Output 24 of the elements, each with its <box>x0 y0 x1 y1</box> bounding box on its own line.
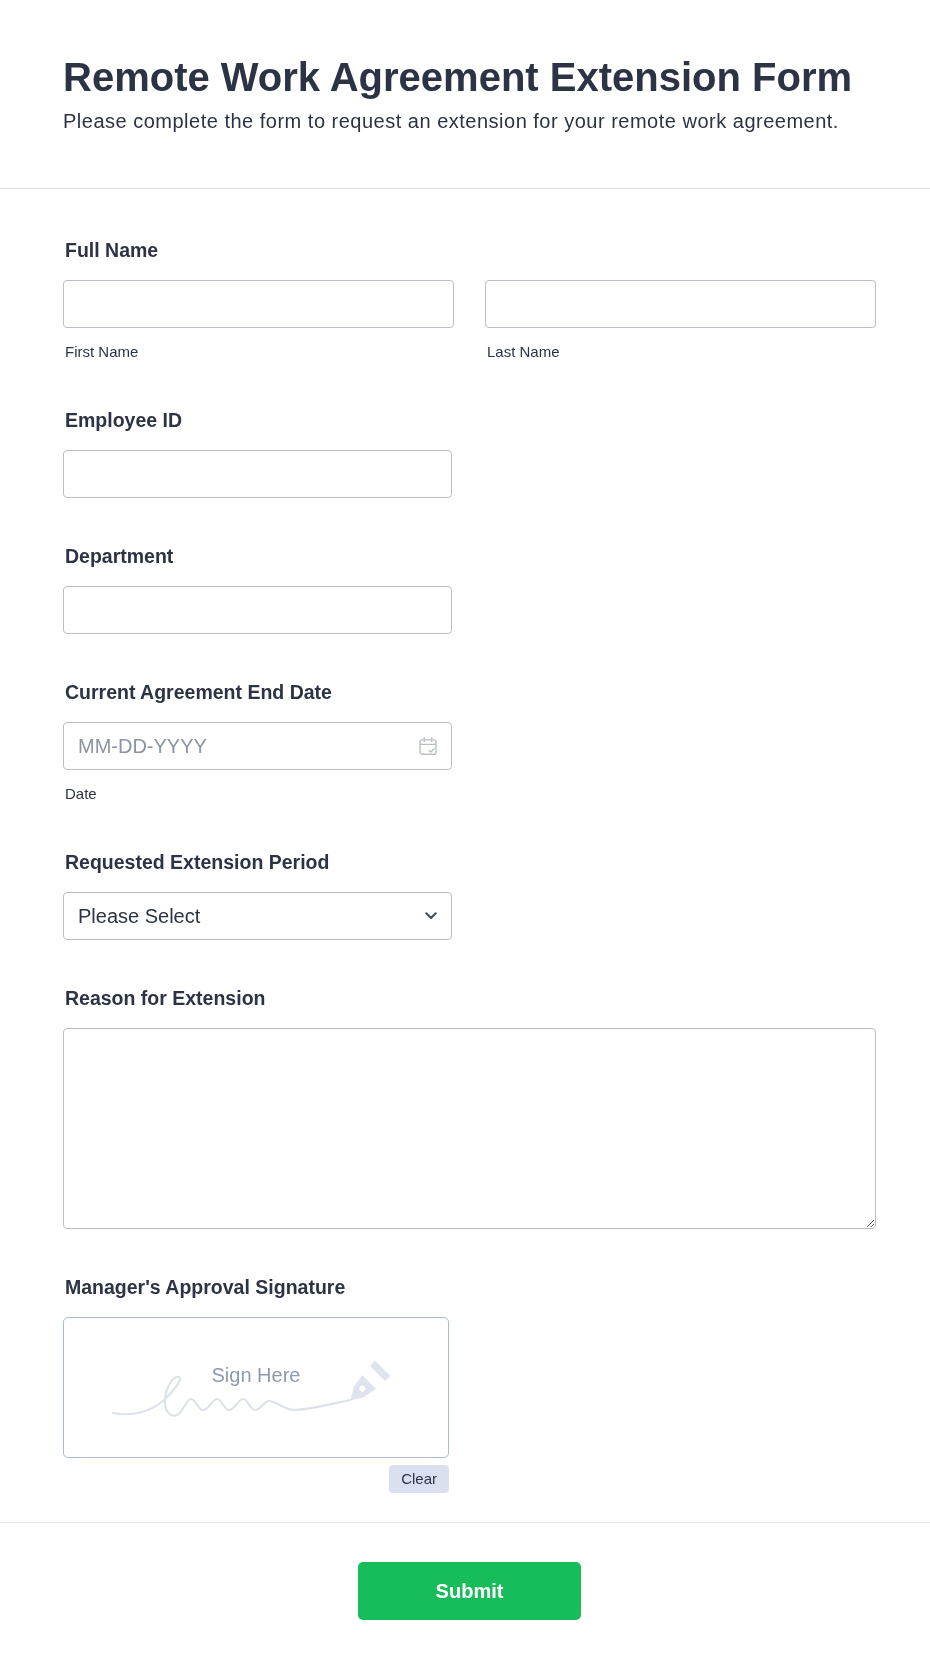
form-subtitle: Please complete the form to request an extension for your remote work agreement. <box>63 109 839 134</box>
field-sublabel: Last Name <box>487 342 560 362</box>
text-input[interactable] <box>63 586 452 634</box>
field-label: Reason for Extension <box>65 986 266 1010</box>
signature-placeholder: Sign Here <box>211 1363 301 1387</box>
text-input[interactable] <box>63 450 452 498</box>
first-name-input[interactable] <box>63 280 454 328</box>
last-name-input[interactable] <box>485 280 876 328</box>
field-label: Current Agreement End Date <box>65 680 332 704</box>
clear-button[interactable]: Clear <box>389 1465 449 1493</box>
date-input[interactable]: MM-DD-YYYY <box>63 722 452 770</box>
field-label: Department <box>65 544 174 568</box>
calendar-icon[interactable] <box>419 737 437 755</box>
field-sublabel: First Name <box>65 342 139 362</box>
field-label: Employee ID <box>65 408 183 432</box>
chevron-down-icon <box>425 912 437 920</box>
form-title: Remote Work Agreement Extension Form <box>63 54 853 101</box>
extension-period-select[interactable]: Please Select <box>63 892 452 940</box>
pen-nib-icon <box>350 1360 391 1401</box>
field-sublabel: Date <box>65 784 97 804</box>
reason-textarea[interactable] <box>63 1028 876 1229</box>
field-label: Requested Extension Period <box>65 850 330 874</box>
field-label: Full Name <box>65 238 159 262</box>
field-label: Manager's Approval Signature <box>65 1275 346 1299</box>
